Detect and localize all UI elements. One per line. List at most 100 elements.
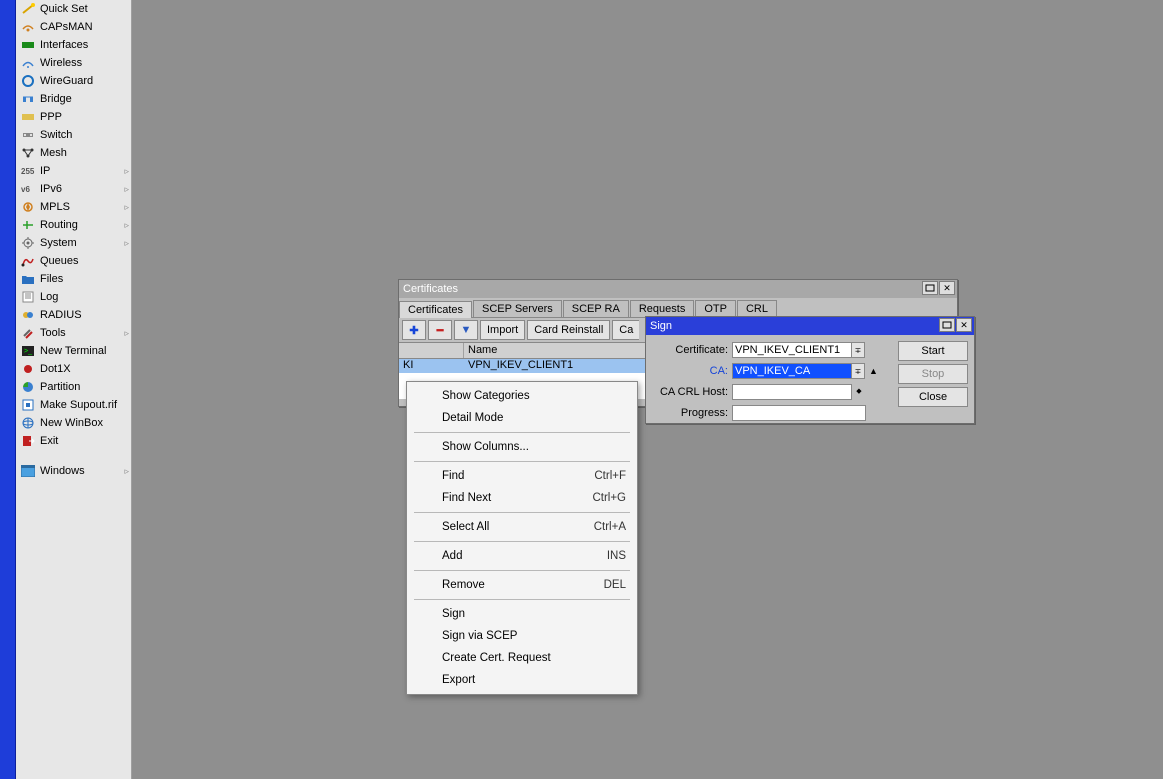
close-button[interactable]: ✕: [939, 281, 955, 295]
sidebar-item-new-winbox[interactable]: New WinBox: [16, 414, 131, 432]
context-item-create-cert-request[interactable]: Create Cert. Request: [408, 647, 636, 669]
column-flags[interactable]: [399, 343, 464, 358]
sidebar-item-log[interactable]: Log: [16, 288, 131, 306]
context-item-show-columns-[interactable]: Show Columns...: [408, 436, 636, 458]
context-item-label: Remove: [442, 579, 485, 591]
remove-button[interactable]: ━: [428, 320, 452, 340]
card-verify-button-partial[interactable]: Ca: [612, 320, 639, 340]
sidebar-item-label: Routing: [40, 219, 78, 231]
context-item-label: Select All: [442, 521, 489, 533]
import-button[interactable]: Import: [480, 320, 525, 340]
sidebar-item-make-supout-rif[interactable]: Make Supout.rif: [16, 396, 131, 414]
sidebar-item-routing[interactable]: Routing▹: [16, 216, 131, 234]
context-item-find-next[interactable]: Find NextCtrl+G: [408, 487, 636, 509]
context-item-label: Sign via SCEP: [442, 630, 517, 642]
submenu-arrow-icon: ▹: [124, 328, 129, 339]
cell-flags: KI: [399, 359, 464, 373]
tab-otp[interactable]: OTP: [695, 300, 736, 317]
sidebar-item-wireguard[interactable]: WireGuard: [16, 72, 131, 90]
close-button[interactable]: ✕: [956, 318, 972, 332]
minimize-button[interactable]: [922, 281, 938, 295]
close-button[interactable]: Close: [898, 387, 968, 407]
sidebar-item-tools[interactable]: Tools▹: [16, 324, 131, 342]
tab-crl[interactable]: CRL: [737, 300, 777, 317]
certificate-input[interactable]: [732, 342, 852, 358]
minimize-button[interactable]: [939, 318, 955, 332]
sidebar-item-label: RADIUS: [40, 309, 82, 321]
context-menu-separator: [414, 599, 630, 600]
context-item-sign[interactable]: Sign: [408, 603, 636, 625]
bridge-icon: [20, 92, 36, 106]
sidebar-item-mpls[interactable]: MPLS▹: [16, 198, 131, 216]
context-item-sign-via-scep[interactable]: Sign via SCEP: [408, 625, 636, 647]
sign-form: Certificate: ∓ CA: ∓ ▲ CA CRL Host: ◆ Pr…: [652, 341, 892, 425]
context-item-remove[interactable]: RemoveDEL: [408, 574, 636, 596]
sidebar-strip: [0, 0, 16, 779]
tab-requests[interactable]: Requests: [630, 300, 694, 317]
sidebar-item-wireless[interactable]: Wireless: [16, 54, 131, 72]
routing-icon: [20, 218, 36, 232]
sign-title-bar[interactable]: Sign ✕: [646, 317, 974, 335]
tab-scep-servers[interactable]: SCEP Servers: [473, 300, 562, 317]
sidebar-item-radius[interactable]: RADIUS: [16, 306, 131, 324]
tools-icon: [20, 326, 36, 340]
context-item-add[interactable]: AddINS: [408, 545, 636, 567]
sidebar-item-queues[interactable]: Queues: [16, 252, 131, 270]
context-item-detail-mode[interactable]: Detail Mode: [408, 407, 636, 429]
context-item-show-categories[interactable]: Show Categories: [408, 385, 636, 407]
sidebar-item-label: PPP: [40, 111, 62, 123]
sidebar-item-files[interactable]: Files: [16, 270, 131, 288]
certificate-dropdown-button[interactable]: ∓: [851, 342, 865, 358]
sidebar-item-label: Mesh: [40, 147, 67, 159]
sidebar-item-label: Interfaces: [40, 39, 88, 51]
sidebar-item-capsman[interactable]: CAPsMAN: [16, 18, 131, 36]
ca-dropdown-button[interactable]: ∓: [851, 363, 865, 379]
supout-icon: [20, 398, 36, 412]
context-menu-separator: [414, 570, 630, 571]
mpls-icon: [20, 200, 36, 214]
sidebar-item-ip[interactable]: 255IP▹: [16, 162, 131, 180]
sidebar-item-new-terminal[interactable]: >_New Terminal: [16, 342, 131, 360]
sidebar-item-switch[interactable]: Switch: [16, 126, 131, 144]
sidebar-item-bridge[interactable]: Bridge: [16, 90, 131, 108]
ca-input[interactable]: [732, 363, 852, 379]
sidebar-item-dot1x[interactable]: Dot1X: [16, 360, 131, 378]
context-item-label: Find: [442, 470, 464, 482]
ca-up-icon[interactable]: ▲: [869, 366, 878, 376]
submenu-arrow-icon: ▹: [124, 166, 129, 177]
certificates-title-bar[interactable]: Certificates ✕: [399, 280, 957, 298]
submenu-arrow-icon: ▹: [124, 238, 129, 249]
sidebar-item-ipv6[interactable]: v6IPv6▹: [16, 180, 131, 198]
context-menu-separator: [414, 461, 630, 462]
exit-icon: [20, 434, 36, 448]
context-item-shortcut: Ctrl+G: [592, 492, 626, 504]
context-item-export[interactable]: Export: [408, 669, 636, 691]
sidebar-item-system[interactable]: System▹: [16, 234, 131, 252]
filter-button[interactable]: ▼: [454, 320, 478, 340]
submenu-arrow-icon: ▹: [124, 466, 129, 477]
cacrlhost-input[interactable]: [732, 384, 852, 400]
sidebar-item-windows[interactable]: Windows ▹: [16, 462, 131, 480]
sidebar-item-exit[interactable]: Exit: [16, 432, 131, 450]
windows-icon: [20, 464, 36, 478]
log-icon: [20, 290, 36, 304]
sidebar-item-ppp[interactable]: PPP: [16, 108, 131, 126]
tab-scep-ra[interactable]: SCEP RA: [563, 300, 629, 317]
start-button[interactable]: Start: [898, 341, 968, 361]
system-icon: [20, 236, 36, 250]
sidebar-item-interfaces[interactable]: Interfaces: [16, 36, 131, 54]
sidebar-item-quick-set[interactable]: Quick Set: [16, 0, 131, 18]
tab-certificates[interactable]: Certificates: [399, 301, 472, 318]
sidebar-item-label: IP: [40, 165, 50, 177]
add-button[interactable]: ✚: [402, 320, 426, 340]
cacrlhost-spin[interactable]: ◆: [854, 389, 864, 396]
sidebar-item-mesh[interactable]: Mesh: [16, 144, 131, 162]
context-menu-separator: [414, 432, 630, 433]
card-reinstall-button[interactable]: Card Reinstall: [527, 320, 610, 340]
sidebar-item-label: WireGuard: [40, 75, 93, 87]
sidebar-item-label: Quick Set: [40, 3, 88, 15]
context-item-find[interactable]: FindCtrl+F: [408, 465, 636, 487]
context-item-select-all[interactable]: Select AllCtrl+A: [408, 516, 636, 538]
sidebar-item-partition[interactable]: Partition: [16, 378, 131, 396]
wifi-cap-icon: [20, 20, 36, 34]
